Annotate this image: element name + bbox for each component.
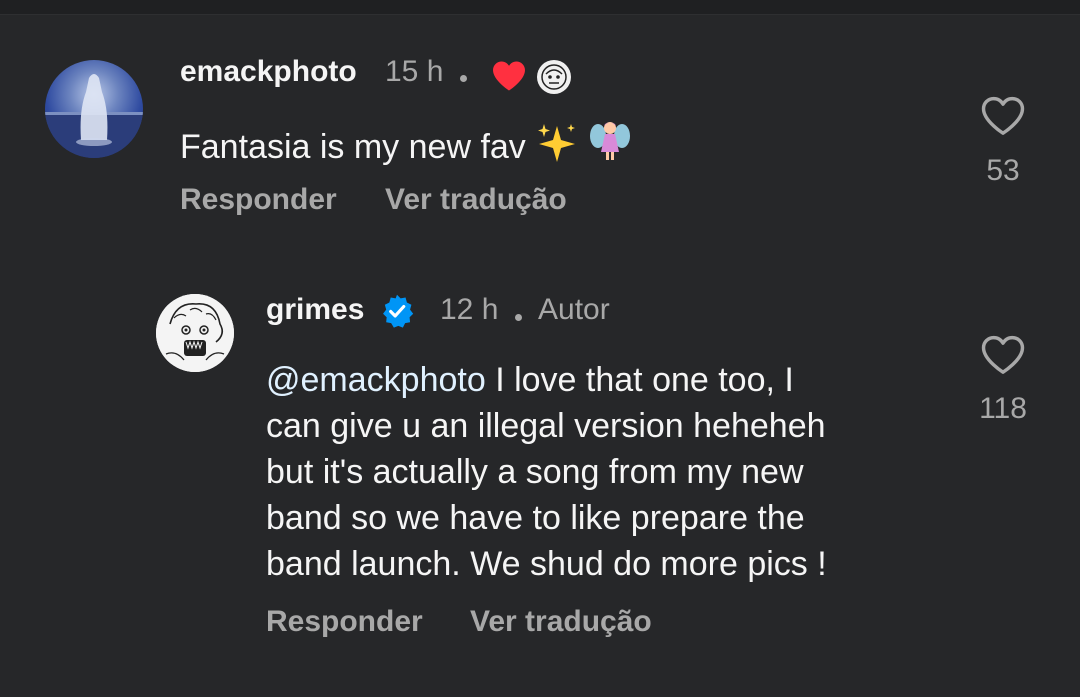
comment-line: can give u an illegal version heheheh xyxy=(266,407,826,445)
comment-body: @emackphoto I love that one too, I can g… xyxy=(266,357,966,587)
comment-username[interactable]: grimes xyxy=(266,293,364,327)
see-translation-button[interactable]: Ver tradução xyxy=(385,183,567,217)
creator-avatar-small xyxy=(537,60,571,94)
avatar-image xyxy=(45,74,143,158)
comment-time: 12 h xyxy=(440,293,499,326)
meta-separator-dot xyxy=(460,75,467,82)
comment-line: @emackphoto I love that one too, I xyxy=(266,357,966,403)
comment-username[interactable]: emackphoto xyxy=(180,55,357,89)
like-count: 118 xyxy=(979,392,1027,425)
like-count: 53 xyxy=(986,154,1020,187)
comment-time: 15 h xyxy=(385,55,444,88)
comment-line: band launch. We shud do more pics ! xyxy=(266,545,827,583)
fairy-emoji xyxy=(589,118,631,174)
heart-outline-icon[interactable] xyxy=(980,334,1026,376)
comment-text: I love that one too, I xyxy=(485,361,794,399)
verified-badge-icon xyxy=(383,294,414,328)
sparkles-emoji xyxy=(535,122,579,174)
comment-line: band so we have to like prepare the xyxy=(266,499,805,537)
see-translation-button[interactable]: Ver tradução xyxy=(470,605,652,639)
mention-link[interactable]: @emackphoto xyxy=(266,361,486,399)
heart-outline-icon[interactable] xyxy=(980,95,1026,137)
comment-line: but it's actually a song from my new xyxy=(266,453,804,491)
avatar-image xyxy=(156,294,234,372)
avatar-emackphoto[interactable] xyxy=(45,60,143,158)
meta-separator-dot xyxy=(515,314,522,321)
comment-text: Fantasia is my new fav xyxy=(180,128,526,166)
top-divider xyxy=(0,0,1080,15)
avatar-grimes[interactable] xyxy=(156,294,234,372)
reply-button[interactable]: Responder xyxy=(180,183,337,217)
reply-button[interactable]: Responder xyxy=(266,605,423,639)
comment-body: Fantasia is my new fav xyxy=(180,118,631,174)
heart-filled-icon xyxy=(493,61,525,91)
author-label: Autor xyxy=(538,293,610,326)
